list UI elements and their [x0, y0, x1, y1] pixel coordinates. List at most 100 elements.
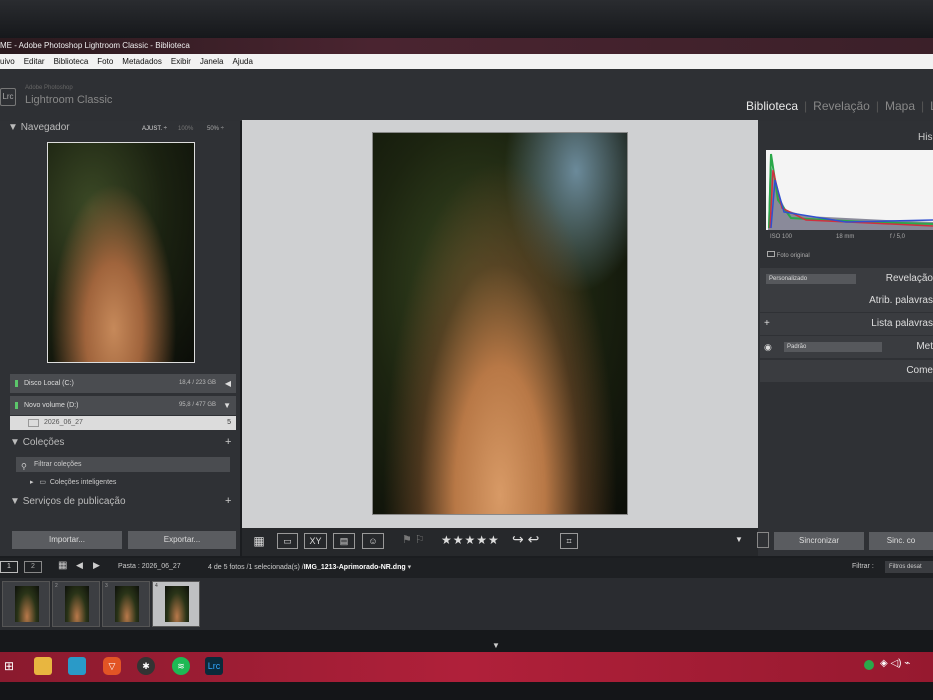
loupe-view-icon[interactable]: ▭	[277, 533, 298, 549]
collections-header[interactable]: ▼ Coleções	[10, 437, 64, 448]
volume-led-icon	[15, 402, 18, 409]
menu-metadata[interactable]: Metadados	[122, 54, 162, 69]
metadata-title: Met	[916, 341, 933, 352]
histogram-graph	[768, 153, 933, 230]
sync-button[interactable]: Sincronizar	[774, 532, 864, 550]
filmstrip-thumb[interactable]	[2, 581, 50, 627]
file-name[interactable]: IMG_1213-Aprimorado-NR.dng	[304, 564, 406, 571]
add-collection-icon[interactable]: +	[225, 436, 231, 448]
keywording-header[interactable]: Atrib. palavras	[760, 290, 933, 312]
screen-2-button[interactable]: 2	[24, 561, 42, 573]
publish-header[interactable]: ▼ Serviços de publicação	[10, 496, 126, 507]
metadata-header[interactable]: ◉ Padrão Met	[760, 336, 933, 358]
star-rating[interactable]: ★★★★★	[441, 533, 500, 547]
filmstrip-thumb[interactable]: 3	[102, 581, 150, 627]
lrc-logo: Lrc	[0, 88, 16, 106]
flag-icon[interactable]: ⚑ ⚐	[402, 533, 425, 546]
thumb-image	[165, 586, 189, 622]
menu-library[interactable]: Biblioteca	[54, 54, 89, 69]
volume-c[interactable]: Disco Local (C:) 18,4 / 223 GB ◀	[10, 374, 236, 393]
selection-count: 4 de 5 fotos /1 selecionada(s) /	[208, 564, 304, 571]
store-icon[interactable]	[68, 657, 86, 675]
original-photo-label: Foto original	[776, 253, 810, 259]
comments-header[interactable]: Come	[760, 360, 933, 382]
filter-placeholder: Filtrar coleções	[34, 461, 82, 468]
module-map[interactable]: Mapa	[885, 99, 915, 113]
zoom-100[interactable]: 100%	[178, 126, 193, 132]
collections-title: Coleções	[22, 437, 65, 448]
filter-collections-input[interactable]: ⚲ Filtrar coleções	[16, 457, 230, 472]
navigator-preview[interactable]	[47, 142, 195, 363]
module-sep: |	[804, 99, 808, 113]
windows-start-icon[interactable]: ⊞	[0, 657, 18, 675]
app-spider-icon[interactable]: ✱	[137, 657, 155, 675]
filmstrip-thumb[interactable]: 2	[52, 581, 100, 627]
bottom-panel-edge	[0, 630, 933, 652]
sync-toggle-icon[interactable]	[757, 532, 769, 548]
collapse-triangle-icon: ▼	[10, 437, 23, 448]
tray-volume-icon[interactable]: ◈ ◁) ⌁	[880, 658, 910, 669]
menu-view[interactable]: Exibir	[171, 54, 191, 69]
module-develop[interactable]: Revelação	[813, 99, 870, 113]
selection-info: 4 de 5 fotos /1 selecionada(s) /IMG_1213…	[208, 563, 411, 571]
navigator-header[interactable]: ▼ Navegador	[8, 122, 70, 133]
zoom-fit[interactable]: AJUST. ÷	[142, 126, 167, 132]
brand-sub: Adobe Photoshop	[25, 85, 73, 91]
eye-icon[interactable]: ◉	[764, 336, 772, 358]
crop-overlay-icon[interactable]: ⌗	[560, 533, 578, 549]
volume-d[interactable]: Novo volume (D:) 95,8 / 477 GB ▼	[10, 396, 236, 415]
grid-view-icon[interactable]: ▦	[249, 533, 269, 549]
menu-file[interactable]: uivo	[0, 54, 15, 69]
filter-select[interactable]: Filtros desat	[885, 561, 933, 573]
add-keyword-icon[interactable]: +	[764, 313, 770, 335]
nav-back-icon[interactable]: ◀	[76, 560, 83, 571]
thumb-index: 2	[55, 583, 58, 589]
module-picker: Biblioteca | Revelação | Mapa | L	[746, 99, 933, 113]
thumb-image	[115, 586, 139, 622]
folder-source[interactable]: Pasta : 2026_06_27	[118, 563, 181, 570]
zoom-50[interactable]: 50% ÷	[207, 126, 224, 132]
file-explorer-icon[interactable]	[34, 657, 52, 675]
nav-forward-icon[interactable]: ▶	[93, 560, 100, 571]
import-button[interactable]: Importar...	[12, 531, 122, 549]
keyword-list-title: Lista palavras	[871, 318, 933, 329]
module-library[interactable]: Biblioteca	[746, 99, 798, 113]
window-title: ME - Adobe Photoshop Lightroom Classic -…	[0, 38, 933, 54]
focal-length: 18 mm	[836, 234, 855, 240]
smart-collections-row[interactable]: ▸ ▭ Coleções inteligentes	[30, 478, 116, 486]
tray-spotify-icon[interactable]	[864, 660, 874, 670]
metadata-preset-select[interactable]: Padrão	[784, 342, 882, 352]
export-button[interactable]: Exportar...	[128, 531, 236, 549]
keyword-list-header[interactable]: + Lista palavras	[760, 313, 933, 335]
histogram	[766, 150, 933, 230]
rotate-icon[interactable]: ↪ ↩	[512, 531, 539, 548]
menu-window[interactable]: Janela	[200, 54, 224, 69]
original-photo-row[interactable]: Foto original	[767, 251, 810, 259]
menu-edit[interactable]: Editar	[24, 54, 45, 69]
people-view-icon[interactable]: ☺	[362, 533, 384, 549]
collapse-triangle-icon: ▼	[8, 122, 21, 133]
sync-settings-button[interactable]: Sinc. co	[869, 532, 933, 550]
spotify-icon[interactable]: ≋	[172, 657, 190, 675]
show-filmstrip-icon[interactable]: ▼	[492, 641, 500, 650]
grid-small-icon[interactable]: ▦	[58, 560, 67, 571]
add-publish-icon[interactable]: +	[225, 495, 231, 507]
menu-photo[interactable]: Foto	[97, 54, 113, 69]
quick-develop-header[interactable]: Personalizado Revelação	[760, 268, 933, 290]
filmstrip-thumb-selected[interactable]: 4	[152, 581, 200, 627]
expand-arrow-icon: ◀	[224, 379, 231, 388]
folder-row[interactable]: 2026_06_27 5	[10, 416, 236, 430]
file-dropdown-icon[interactable]: ▾	[406, 564, 412, 571]
main-photo[interactable]	[372, 132, 628, 515]
toolbar-menu-icon[interactable]: ▼	[735, 535, 743, 544]
compare-view-icon[interactable]: XY	[304, 533, 327, 549]
collapse-arrow-icon: ▼	[223, 401, 231, 410]
lightroom-icon[interactable]: Lrc	[205, 657, 223, 675]
module-sep: |	[875, 99, 879, 113]
screen-1-button[interactable]: 1	[0, 561, 18, 573]
brave-browser-icon[interactable]: ▽	[103, 657, 121, 675]
thumb-index: 4	[155, 583, 158, 589]
menu-help[interactable]: Ajuda	[232, 54, 252, 69]
preset-select[interactable]: Personalizado	[766, 274, 856, 284]
survey-view-icon[interactable]: ▤	[333, 533, 355, 549]
